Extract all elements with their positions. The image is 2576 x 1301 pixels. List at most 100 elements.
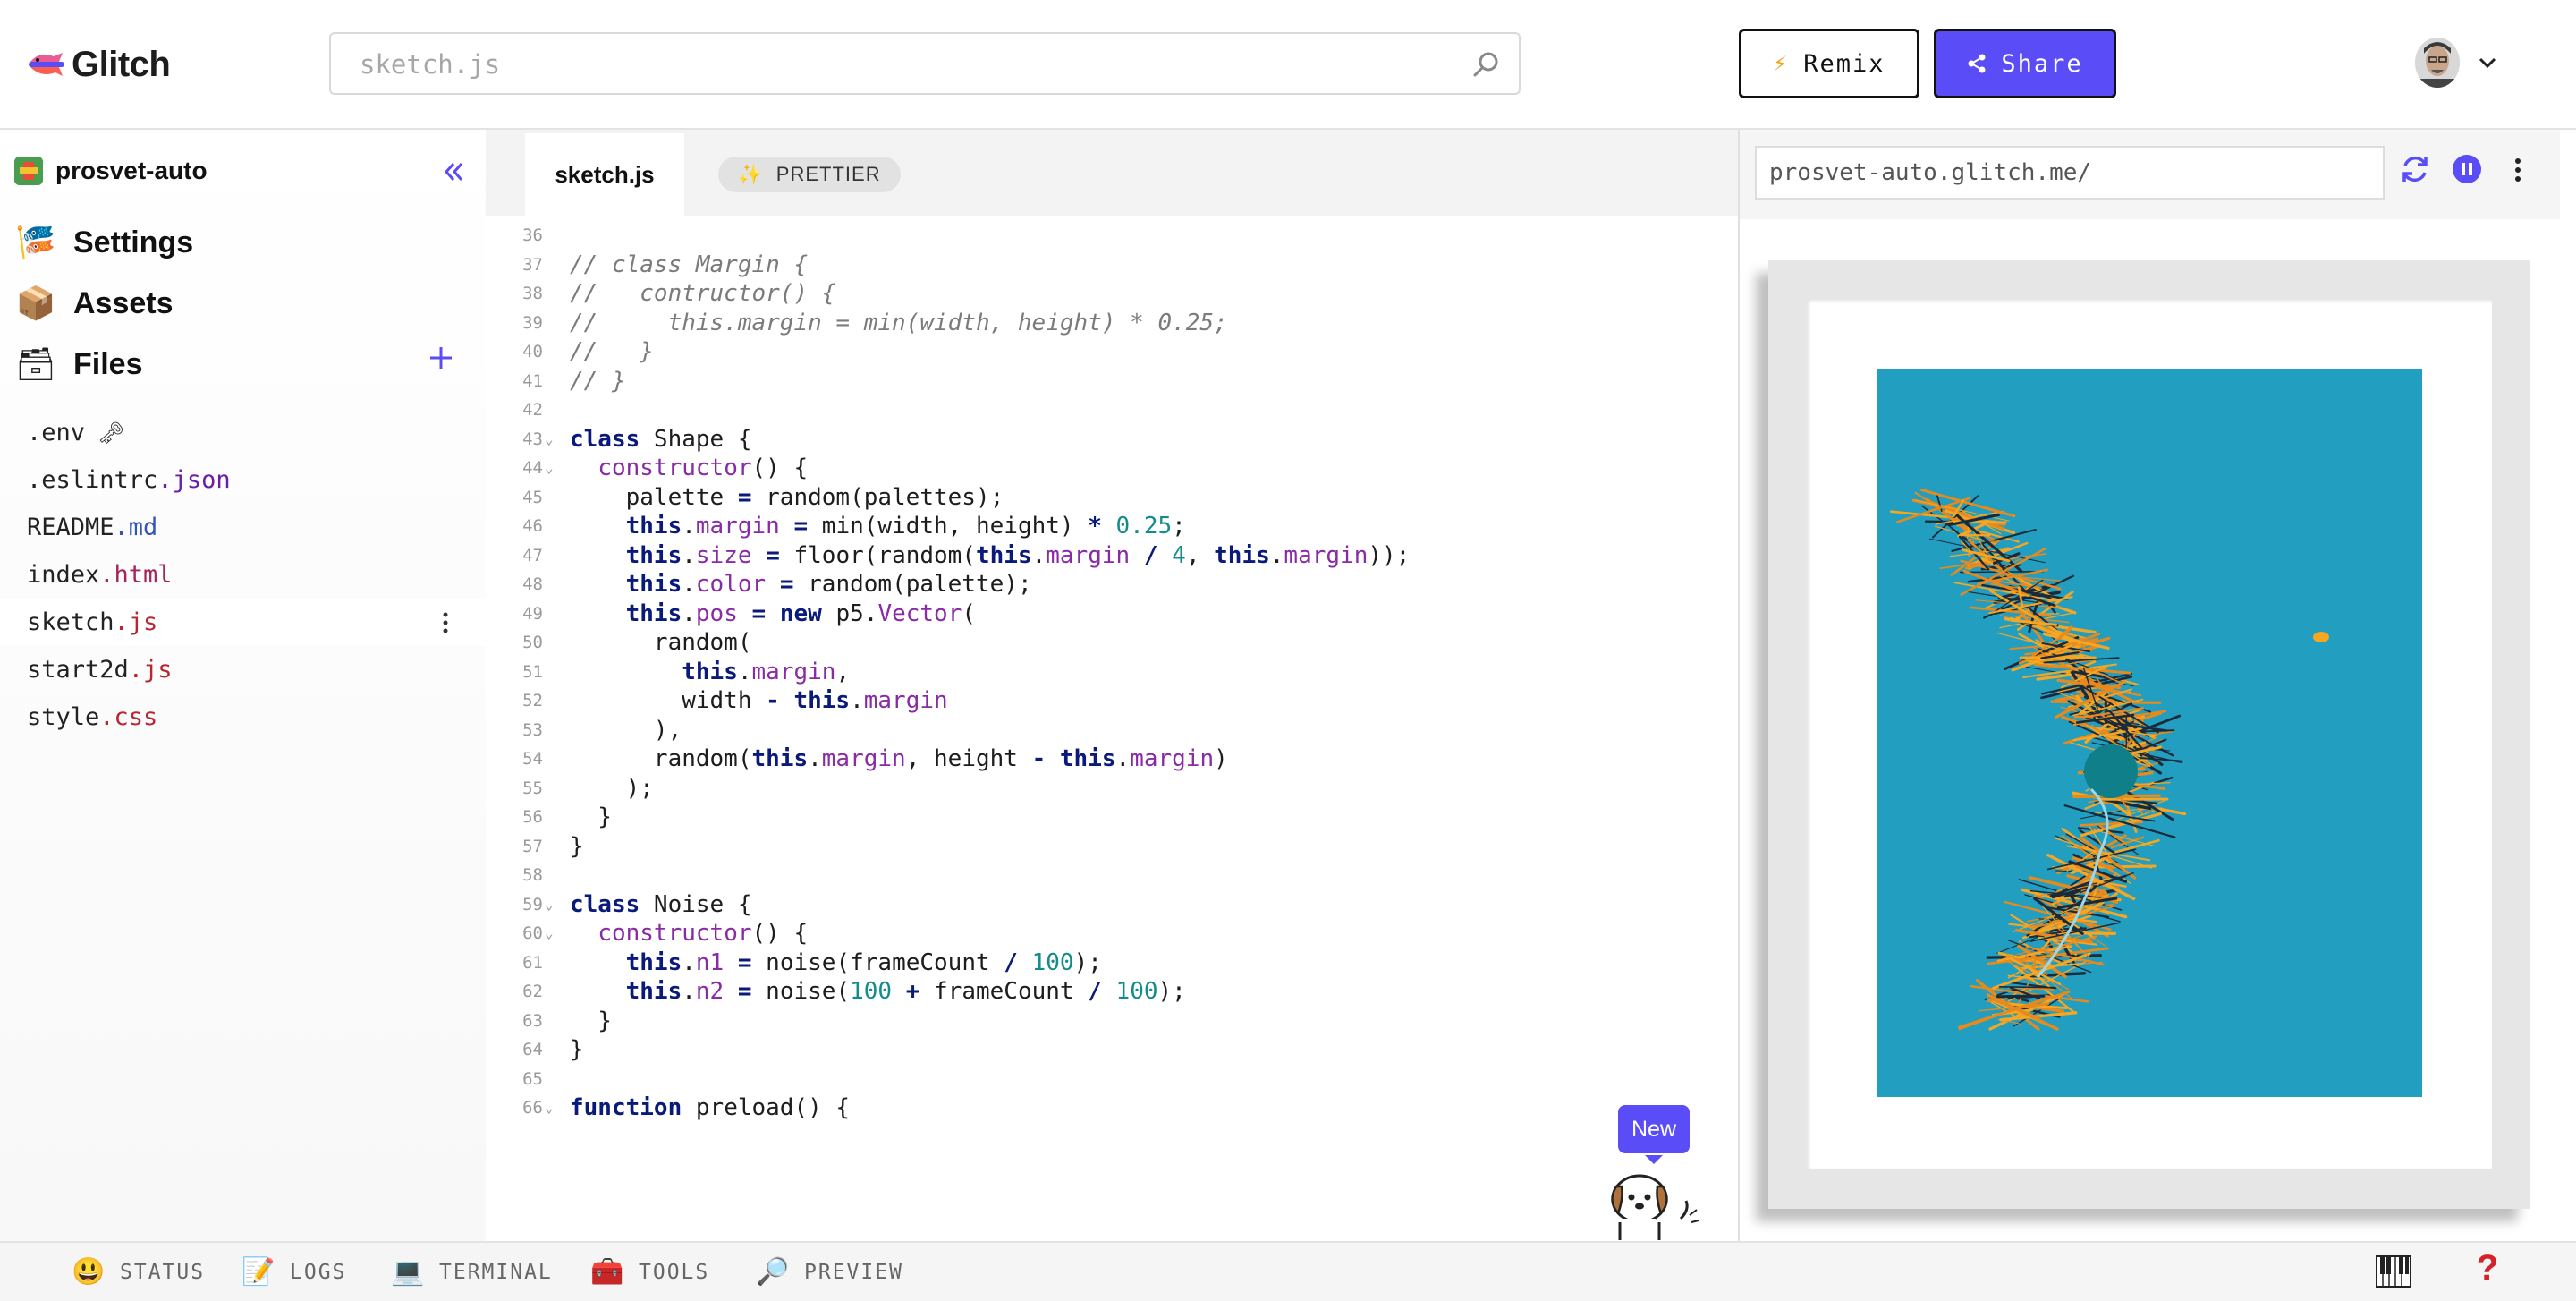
sidebar-item-settings[interactable]: 🎏 Settings [14,223,193,262]
code-line[interactable]: 58 [486,861,1738,890]
piano-keyboard-icon[interactable] [2376,1255,2411,1288]
fold-chevron-icon[interactable]: ⌄ [545,425,554,455]
code-line[interactable]: 60⌄ constructor() { [486,919,1738,948]
help-icon[interactable]: ? [2474,1248,2501,1291]
fold-chevron-icon[interactable]: ⌄ [545,919,554,948]
fold-chevron-icon[interactable]: ⌄ [545,890,554,920]
code-text: width - this.margin [570,686,948,716]
search-box[interactable] [329,32,1521,95]
code-line[interactable]: 46 this.margin = min(width, height) * 0.… [486,512,1738,541]
code-line[interactable]: 62 this.n2 = noise(100 + frameCount / 10… [486,977,1738,1007]
code-line[interactable]: 40// } [486,337,1738,367]
user-avatar[interactable] [2415,38,2460,88]
file-ext: .md [114,514,158,541]
lightning-icon: ⚡ [1774,50,1790,77]
code-line[interactable]: 52 width - this.margin [486,686,1738,716]
code-line[interactable]: 36 [486,221,1738,251]
file-name: index [27,561,99,589]
fold-chevron-icon[interactable]: ⌄ [545,1093,554,1123]
chevron-down-icon[interactable] [2478,55,2497,70]
code-text: ); [570,774,654,804]
sidebar-item-label: Files [73,347,142,382]
code-line[interactable]: 64} [486,1035,1738,1065]
code-line[interactable]: 55 ); [486,774,1738,804]
file-item-sketch[interactable]: sketch.js [0,599,486,646]
line-number: 56 [486,803,543,832]
share-button[interactable]: Share [1934,29,2116,98]
code-text: // } [570,337,654,367]
code-line[interactable]: 54 random(this.margin, height - this.mar… [486,744,1738,774]
preview-button[interactable]: 🔎 PREVIEW [756,1255,903,1289]
code-line[interactable]: 38// contructor() { [486,279,1738,309]
project-avatar-icon [14,157,43,185]
code-line[interactable]: 41// } [486,367,1738,396]
project-header[interactable]: prosvet-auto [14,157,208,185]
code-line[interactable]: 49 this.pos = new p5.Vector( [486,599,1738,629]
collapse-sidebar-icon[interactable] [442,160,465,183]
fold-chevron-icon[interactable]: ⌄ [545,454,554,483]
generative-artwork[interactable] [1877,369,2422,1097]
code-line[interactable]: 59⌄class Noise { [486,890,1738,920]
line-number: 49 [486,599,543,629]
file-options-icon[interactable] [442,609,449,636]
code-line[interactable]: 56 } [486,803,1738,832]
pause-icon[interactable] [2452,154,2482,184]
prettier-button[interactable]: ✨ PRETTIER [718,157,901,192]
file-item-style[interactable]: style.css [0,693,486,741]
preview-options-icon[interactable] [2514,157,2521,183]
tab-sketch-js[interactable]: sketch.js [525,133,684,216]
new-badge[interactable]: New [1618,1105,1690,1153]
code-line[interactable]: 37// class Margin { [486,251,1738,280]
dog-mascot-icon[interactable] [1604,1160,1704,1240]
file-name: sketch [27,608,114,636]
code-line[interactable]: 65 [486,1065,1738,1094]
status-label: STATUS [120,1261,205,1284]
tools-button[interactable]: 🧰 TOOLS [590,1255,709,1289]
line-number: 58 [486,861,543,890]
logs-button[interactable]: 📝 LOGS [242,1255,346,1289]
project-name: prosvet-auto [55,157,208,185]
code-line[interactable]: 57} [486,832,1738,862]
code-line[interactable]: 43⌄class Shape { [486,425,1738,455]
settings-emoji-icon: 🎏 [14,223,57,262]
code-text: } [570,1035,584,1065]
code-area[interactable]: 3637// class Margin {38// contructor() {… [486,216,1738,1146]
code-line[interactable]: 51 this.margin, [486,658,1738,687]
add-file-icon[interactable] [428,344,454,371]
file-item-index[interactable]: index.html [0,551,486,599]
code-line[interactable]: 66⌄function preload() { [486,1093,1738,1123]
code-line[interactable]: 47 this.size = floor(random(this.margin … [486,541,1738,571]
code-line[interactable]: 39// this.margin = min(width, height) * … [486,309,1738,338]
code-line[interactable]: 45 palette = random(palettes); [486,483,1738,513]
search-icon[interactable] [1472,50,1501,79]
code-line[interactable]: 50 random( [486,628,1738,658]
line-number: 46 [486,512,543,541]
code-line[interactable]: 63 } [486,1007,1738,1036]
glitch-logo[interactable]: Glitch [27,39,170,89]
terminal-button[interactable]: 💻 TERMINAL [391,1255,553,1289]
file-item-env[interactable]: .env 🗝 [0,409,486,456]
search-input[interactable] [358,34,1453,95]
code-line[interactable]: 61 this.n1 = noise(frameCount / 100); [486,948,1738,978]
file-item-readme[interactable]: README.md [0,504,486,551]
code-text: class Noise { [570,890,752,920]
artwork-background [1877,369,2422,1097]
line-number: 43 [486,425,543,455]
file-item-start2d[interactable]: start2d.js [0,646,486,693]
refresh-icon[interactable] [2399,153,2431,185]
laptop-icon: 💻 [391,1255,425,1289]
remix-label: Remix [1803,50,1885,78]
line-number: 60 [486,919,543,948]
status-button[interactable]: 😃 STATUS [72,1255,205,1289]
remix-button[interactable]: ⚡ Remix [1739,29,1919,98]
sidebar-item-files[interactable]: 🗃 Files [14,344,142,384]
code-line[interactable]: 53 ), [486,716,1738,745]
file-item-eslintrc[interactable]: .eslintrc.json [0,456,486,504]
code-line[interactable]: 44⌄ constructor() { [486,454,1738,483]
sidebar-item-assets[interactable]: 📦 Assets [14,284,174,323]
line-number: 64 [486,1035,543,1065]
code-text: } [570,1007,612,1036]
preview-url-field[interactable]: prosvet-auto.glitch.me/ [1755,146,2385,200]
code-line[interactable]: 42 [486,395,1738,425]
code-line[interactable]: 48 this.color = random(palette); [486,570,1738,599]
